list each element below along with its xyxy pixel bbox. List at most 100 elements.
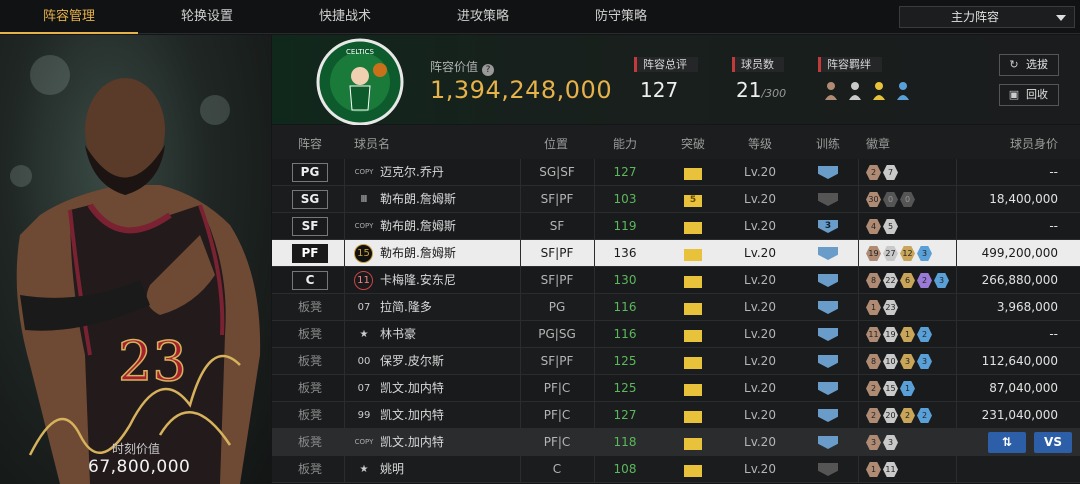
dropdown-caret-icon [1056,15,1066,21]
player-name[interactable]: 凯文.加内特 [380,429,444,456]
badge-list[interactable]: 19 27 12 3 [866,246,932,261]
player-level: Lv.20 [744,462,776,476]
badge-list[interactable]: 11 19 1 2 [866,327,932,342]
table-row[interactable]: PG COPY 迈克尔.乔丹 SG|SF 127 Lv.20 2 7 -- [272,159,1080,186]
badge-list[interactable]: 8 10 3 3 [866,354,932,369]
table-row[interactable]: SF COPY 勒布朗.詹姆斯 SF 119 Lv.20 3 4 5 -- [272,213,1080,240]
player-name[interactable]: 林书豪 [380,321,416,348]
player-salary: -- [1049,219,1058,233]
medal-icon: 3 [883,435,898,450]
player-name[interactable]: 凯文.加内特 [380,375,444,402]
tab-rotation-settings[interactable]: 轮换设置 [138,0,276,34]
recycle-button[interactable]: ▣ 回收 [999,84,1059,106]
table-row[interactable]: 板凳 07 凯文.加内特 PF|C 125 Lv.20 2 15 1 87,040,000 [272,375,1080,402]
table-row[interactable]: 板凳 ★ 林书豪 PG|SG 116 Lv.20 11 19 1 2 -- [272,321,1080,348]
shield-icon[interactable] [818,274,838,287]
player-name[interactable]: 拉简.隆多 [380,294,432,321]
card-tag-icon: Ⅲ [360,194,368,205]
table-row[interactable]: 板凳 ★ 姚明 C 108 Lv.20 1 11 [272,456,1080,483]
divider [956,186,957,213]
shield-icon[interactable] [818,436,838,449]
divider [344,375,345,402]
select-button[interactable]: ↻ 选拔 [999,54,1059,76]
shield-icon[interactable] [818,247,838,260]
table-row[interactable]: 板凳 00 保罗.皮尔斯 SF|PF 125 Lv.20 8 10 3 3 112,640,000 [272,348,1080,375]
divider [956,213,957,240]
table-row[interactable]: 板凳 COPY 凯文.加内特 PF|C 118 Lv.20 3 3 ⇅ VS [272,429,1080,456]
badge-list[interactable]: 33 [866,435,898,450]
player-name[interactable]: 姚明 [380,456,404,483]
medal-icon: 1 [866,300,881,315]
table-header: 阵容 球员名 位置 能力 突破 等级 训练 徽章 球员身价 [272,125,1080,159]
medal-icon: 3 [934,273,949,288]
shield-icon[interactable] [818,463,838,476]
table-row[interactable]: 板凳 07 拉简.隆多 PG 116 Lv.20 1 23 3,968,000 [272,294,1080,321]
card-tag-icon: 15 [354,244,373,263]
table-row[interactable]: 板凳 99 凯文.加内特 PF|C 127 Lv.20 2 20 2 2 231,040,000 [272,402,1080,429]
shield-icon[interactable] [818,193,838,206]
divider [594,375,595,402]
player-salary: -- [1049,327,1058,341]
badge-list[interactable]: 1 23 [866,300,898,315]
player-name[interactable]: 卡梅隆.安东尼 [380,267,456,294]
player-name[interactable]: 保罗.皮尔斯 [380,348,444,375]
shield-icon[interactable]: 3 [818,220,838,233]
tab-defense-strategy[interactable]: 防守策略 [552,0,690,34]
badge-list[interactable]: 2 15 1 [866,381,915,396]
badge-list[interactable]: 1 11 [866,462,898,477]
tab-lineup-management[interactable]: 阵容管理 [0,0,138,34]
tab-quick-tactics[interactable]: 快捷战术 [276,0,414,34]
divider [344,186,345,213]
vs-button[interactable]: VS [1034,432,1072,453]
tab-offense-strategy[interactable]: 进攻策略 [414,0,552,34]
player-name[interactable]: 勒布朗.詹姆斯 [380,213,456,240]
badge-list[interactable]: 30 0 0 [866,192,915,207]
player-salary: 18,400,000 [989,192,1058,206]
divider [858,186,859,213]
badge-list[interactable]: 2 20 2 2 [866,408,932,423]
shield-icon[interactable] [818,382,838,395]
bond-icon[interactable] [822,80,918,102]
badge-list[interactable]: 27 [866,165,898,180]
crown-icon [684,465,702,477]
table-row[interactable]: C 11 卡梅隆.安东尼 SF|PF 130 Lv.20 8 22 6 2 3 266,880,000 [272,267,1080,294]
player-level: Lv.20 [744,165,776,179]
card-tag-icon: COPY [354,438,374,446]
header-badges: 徽章 [866,137,891,151]
player-name[interactable]: 凯文.加内特 [380,402,444,429]
player-ability: 127 [613,165,637,179]
badge-list[interactable]: 45 [866,219,898,234]
shield-icon[interactable] [818,328,838,341]
player-position: PG|SG [538,327,576,341]
help-icon[interactable]: ? [482,64,495,76]
medal-icon: 15 [883,381,898,396]
medal-icon: 8 [866,273,881,288]
bench-label: 板凳 [298,327,323,341]
medal-icon: 1 [866,462,881,477]
badge-list[interactable]: 8 22 6 2 3 [866,273,949,288]
shield-icon[interactable] [818,166,838,179]
medal-icon: 6 [900,273,915,288]
lineup-dropdown[interactable]: 主力阵容 [899,6,1075,28]
shield-icon[interactable] [818,409,838,422]
medal-icon: 10 [883,354,898,369]
swap-icon[interactable]: ⇅ [988,432,1026,453]
crown-icon [684,276,702,288]
player-name[interactable]: 勒布朗.詹姆斯 [380,186,456,213]
shield-icon[interactable] [818,301,838,314]
player-name[interactable]: 勒布朗.詹姆斯 [380,240,456,267]
table-row[interactable]: SG Ⅲ 勒布朗.詹姆斯 SF|PF 103 5 Lv.20 30 0 0 18,400,000 [272,186,1080,213]
divider [858,240,859,267]
shield-icon[interactable] [818,355,838,368]
player-count: 21/300 [736,78,787,102]
medal-icon: 4 [866,219,881,234]
crown-icon [684,411,702,423]
player-name[interactable]: 迈克尔.乔丹 [380,159,444,186]
player-position: SF|PF [540,354,574,368]
divider [858,321,859,348]
featured-player-card[interactable]: 23 时刻价值 67,800,000 [0,35,271,484]
table-row[interactable]: PF 15 勒布朗.詹姆斯 SF|PF 136 Lv.20 19 27 12 3 499,200,0… [272,240,1080,267]
player-level: Lv.20 [744,192,776,206]
medal-icon: 19 [866,246,881,261]
player-salary: 266,880,000 [981,273,1058,287]
